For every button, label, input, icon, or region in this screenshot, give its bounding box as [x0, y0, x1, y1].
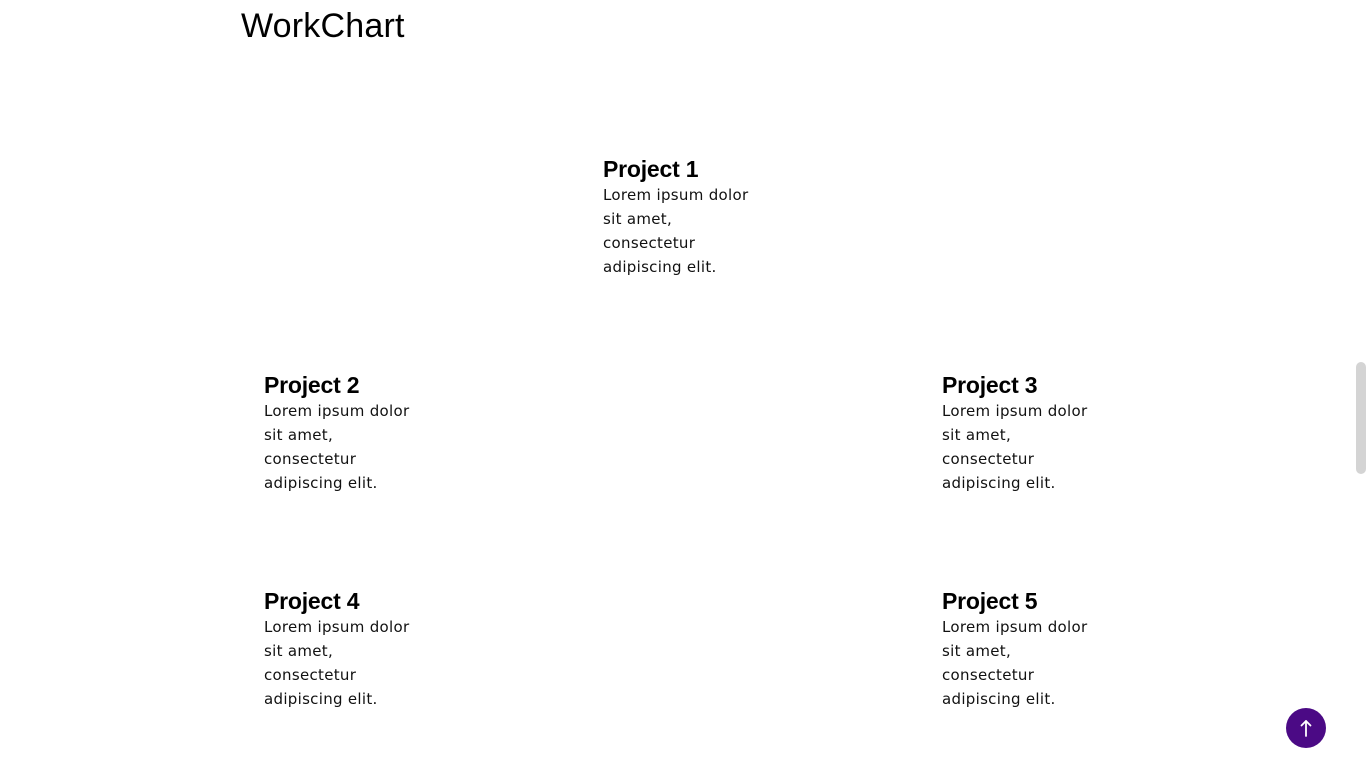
page: WorkChart Project 1 Lorem ipsum dolor si…	[0, 0, 1366, 768]
brand-title[interactable]: WorkChart	[241, 4, 405, 48]
project-card: Project 1 Lorem ipsum dolor sit amet, co…	[603, 155, 763, 279]
project-title: Project 4	[264, 588, 360, 614]
project-description: Lorem ipsum dolor sit amet, consectetur …	[264, 402, 410, 492]
project-card: Project 3 Lorem ipsum dolor sit amet, co…	[942, 371, 1102, 495]
project-description: Lorem ipsum dolor sit amet, consectetur …	[942, 402, 1088, 492]
project-title: Project 3	[942, 372, 1038, 398]
project-description: Lorem ipsum dolor sit amet, consectetur …	[264, 618, 410, 708]
project-card: Project 4 Lorem ipsum dolor sit amet, co…	[264, 587, 424, 711]
back-to-top-button[interactable]	[1286, 708, 1326, 748]
project-card: Project 2 Lorem ipsum dolor sit amet, co…	[264, 371, 424, 495]
project-title: Project 1	[603, 156, 699, 182]
project-card: Project 5 Lorem ipsum dolor sit amet, co…	[942, 587, 1102, 711]
project-title: Project 5	[942, 588, 1038, 614]
project-description: Lorem ipsum dolor sit amet, consectetur …	[603, 186, 749, 276]
project-description: Lorem ipsum dolor sit amet, consectetur …	[942, 618, 1088, 708]
arrow-up-icon	[1299, 719, 1313, 737]
scrollbar-thumb[interactable]	[1356, 362, 1366, 474]
project-title: Project 2	[264, 372, 360, 398]
